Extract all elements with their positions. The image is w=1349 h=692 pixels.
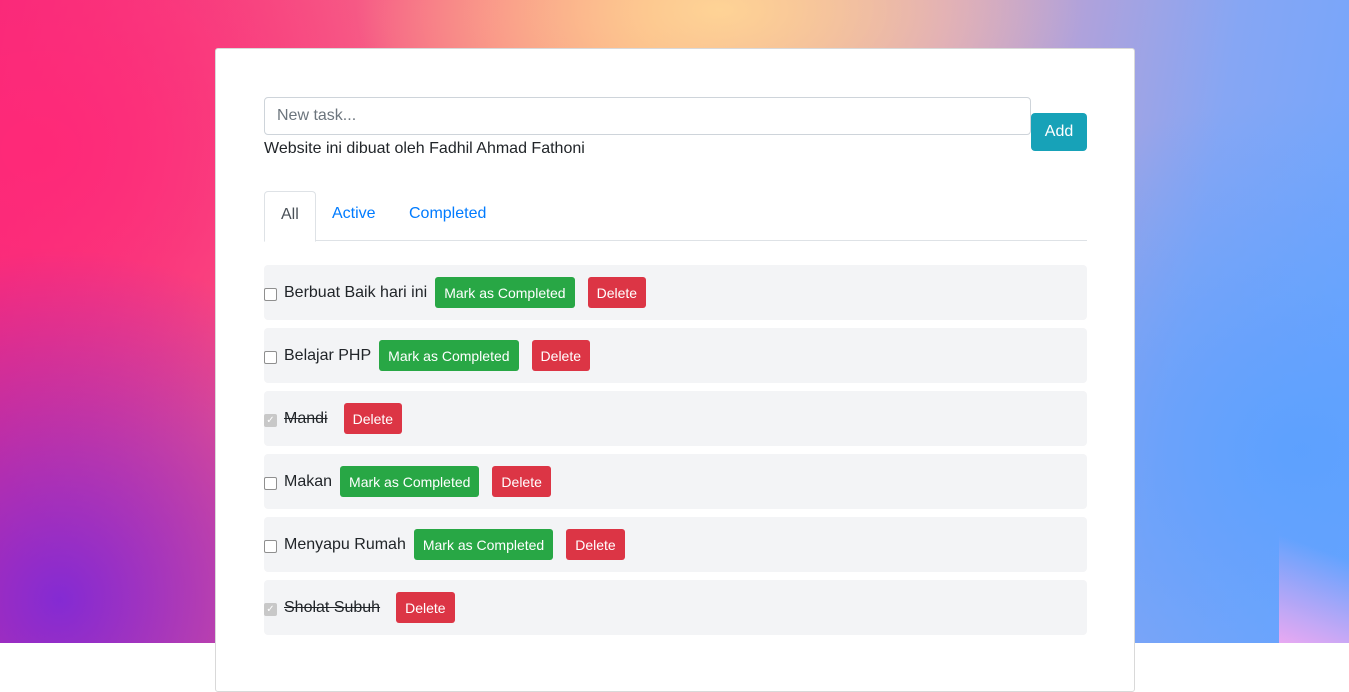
task-item: Makan Mark as Completed Delete: [264, 454, 1087, 509]
task-label: Berbuat Baik hari ini: [284, 283, 428, 301]
task-item: Belajar PHP Mark as Completed Delete: [264, 328, 1087, 383]
background-streak: [1279, 513, 1349, 643]
delete-button[interactable]: Delete: [396, 592, 455, 623]
tab-all[interactable]: All: [264, 191, 316, 242]
task-label: Makan: [284, 472, 333, 490]
filter-tabs: All Active Completed: [264, 191, 1087, 242]
task-checkbox-checked[interactable]: ✓: [264, 414, 277, 427]
delete-button[interactable]: Delete: [343, 403, 403, 434]
tab-completed[interactable]: Completed: [393, 191, 502, 241]
todo-card: Add Website ini dibuat oleh Fadhil Ahmad…: [215, 48, 1135, 692]
mark-completed-button[interactable]: Mark as Completed: [340, 466, 480, 497]
task-checkbox[interactable]: [264, 540, 277, 553]
task-checkbox[interactable]: [264, 477, 277, 490]
mark-completed-button[interactable]: Mark as Completed: [379, 340, 519, 371]
delete-button[interactable]: Delete: [566, 529, 625, 560]
delete-button[interactable]: Delete: [531, 340, 591, 371]
task-checkbox[interactable]: [264, 288, 277, 301]
credit-text: Website ini dibuat oleh Fadhil Ahmad Fat…: [264, 140, 585, 157]
delete-button[interactable]: Delete: [587, 277, 647, 308]
task-item: ✓ Sholat Subuh Delete: [264, 580, 1087, 635]
tab-active[interactable]: Active: [316, 191, 392, 241]
task-label: Belajar PHP: [284, 346, 372, 364]
new-task-input[interactable]: [264, 97, 1031, 135]
task-checkbox-checked[interactable]: ✓: [264, 603, 277, 616]
task-list: Berbuat Baik hari ini Mark as Completed …: [264, 265, 1087, 643]
mark-completed-button[interactable]: Mark as Completed: [435, 277, 575, 308]
task-item: Menyapu Rumah Mark as Completed Delete: [264, 517, 1087, 572]
add-task-button[interactable]: Add: [1031, 113, 1087, 151]
mark-completed-button[interactable]: Mark as Completed: [413, 529, 554, 560]
delete-button[interactable]: Delete: [492, 466, 551, 497]
task-item: Berbuat Baik hari ini Mark as Completed …: [264, 265, 1087, 320]
task-checkbox[interactable]: [264, 351, 277, 364]
task-label: Mandi: [284, 409, 328, 427]
task-item: ✓ Mandi Delete: [264, 391, 1087, 446]
task-label: Sholat Subuh: [284, 598, 381, 616]
task-label: Menyapu Rumah: [284, 535, 406, 553]
